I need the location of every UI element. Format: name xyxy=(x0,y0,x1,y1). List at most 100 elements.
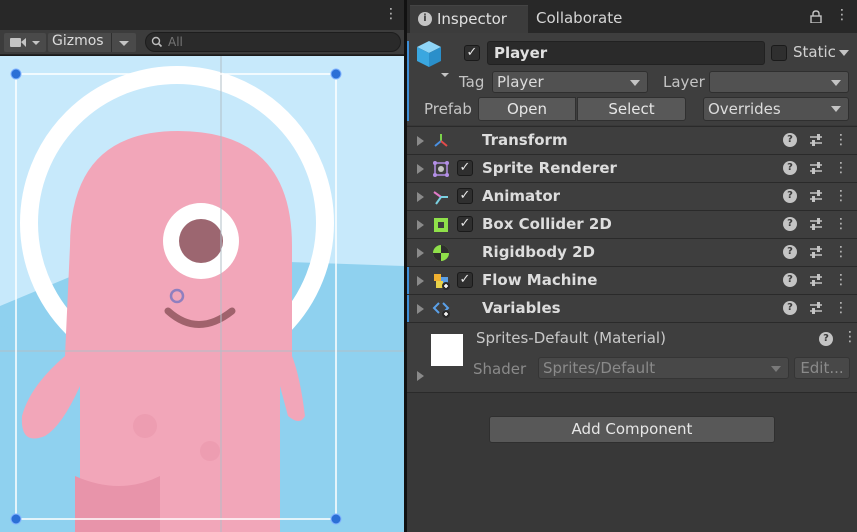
component-menu-icon[interactable]: ⋮ xyxy=(834,188,848,204)
scene-view[interactable]: ⋮ Gizmos xyxy=(0,0,404,532)
tab-inspector[interactable]: i Inspector xyxy=(410,5,528,33)
name-field[interactable]: Player xyxy=(487,41,765,65)
help-icon[interactable]: ? xyxy=(783,133,797,147)
prefab-open-label: Open xyxy=(506,100,548,118)
sprite-renderer-icon xyxy=(433,161,449,177)
prefab-select-button[interactable]: Select xyxy=(577,97,686,121)
inspector-panel: i Inspector Collaborate ⋮ ✓ Player Stati… xyxy=(407,0,857,532)
tab-collaborate[interactable]: Collaborate xyxy=(534,5,644,33)
component-box-collider-2d[interactable]: ✓ Box Collider 2D ? ⋮ xyxy=(407,210,857,238)
static-toggle[interactable] xyxy=(771,45,787,61)
preset-icon[interactable] xyxy=(809,161,823,175)
component-menu-icon[interactable]: ⋮ xyxy=(834,272,848,288)
static-dropdown-arrow[interactable] xyxy=(839,50,849,56)
component-menu-icon[interactable]: ⋮ xyxy=(834,160,848,176)
gameobject-icon[interactable] xyxy=(415,39,449,81)
lock-icon[interactable] xyxy=(810,10,822,23)
variables-icon xyxy=(432,302,450,318)
inspector-tab-bar: i Inspector Collaborate ⋮ xyxy=(407,0,857,33)
help-icon[interactable]: ? xyxy=(783,217,797,231)
added-component-indicator xyxy=(407,295,409,323)
scene-menu-icon[interactable]: ⋮ xyxy=(384,6,398,22)
component-menu-icon[interactable]: ⋮ xyxy=(834,132,848,148)
help-icon[interactable]: ? xyxy=(783,273,797,287)
flow-machine-icon xyxy=(434,274,450,290)
component-menu-icon[interactable]: ⋮ xyxy=(834,216,848,232)
foldout-arrow-icon[interactable] xyxy=(417,248,424,258)
help-icon[interactable]: ? xyxy=(783,189,797,203)
foldout-arrow-icon[interactable] xyxy=(417,304,424,314)
inspector-menu-icon[interactable]: ⋮ xyxy=(835,7,849,23)
component-animator[interactable]: ✓ Animator ? ⋮ xyxy=(407,182,857,210)
add-component-button[interactable]: Add Component xyxy=(489,416,775,443)
camera-icon xyxy=(10,38,40,47)
help-icon[interactable]: ? xyxy=(783,245,797,259)
search-icon xyxy=(151,36,163,48)
component-flow-machine[interactable]: ✓ Flow Machine ? ⋮ xyxy=(407,266,857,295)
preset-icon[interactable] xyxy=(809,133,823,147)
component-title: Box Collider 2D xyxy=(482,215,612,233)
component-title: Rigidbody 2D xyxy=(482,243,595,261)
chevron-down-icon xyxy=(771,366,781,372)
player-sprite xyxy=(0,56,404,532)
rigidbody-icon xyxy=(433,245,449,261)
component-rigidbody-2d[interactable]: Rigidbody 2D ? ⋮ xyxy=(407,238,857,266)
shader-value: Sprites/Default xyxy=(543,359,656,377)
foldout-arrow-icon[interactable] xyxy=(417,220,424,230)
chevron-down-icon xyxy=(831,80,841,86)
preset-icon[interactable] xyxy=(809,245,823,259)
search-input[interactable] xyxy=(168,34,388,50)
component-title: Animator xyxy=(482,187,561,205)
info-icon: i xyxy=(418,12,432,26)
component-sprite-renderer[interactable]: ✓ Sprite Renderer ? ⋮ xyxy=(407,154,857,182)
chevron-down-icon xyxy=(831,106,841,112)
prefab-overrides-dropdown[interactable]: Overrides xyxy=(703,97,849,121)
component-menu-icon[interactable]: ⋮ xyxy=(834,244,848,260)
preset-icon[interactable] xyxy=(809,189,823,203)
preset-icon[interactable] xyxy=(809,301,823,315)
component-title: Sprite Renderer xyxy=(482,159,617,177)
foldout-arrow-icon[interactable] xyxy=(417,164,424,174)
foldout-arrow-icon[interactable] xyxy=(417,136,424,146)
material-preview[interactable] xyxy=(431,334,463,366)
shader-edit-button[interactable]: Edit... xyxy=(794,357,850,379)
material-menu-icon[interactable]: ⋮ xyxy=(843,329,857,345)
component-transform[interactable]: Transform ? ⋮ xyxy=(407,126,857,154)
tab-inspector-label: Inspector xyxy=(437,10,507,28)
shader-dropdown[interactable]: Sprites/Default xyxy=(538,357,789,379)
scene-search[interactable] xyxy=(145,32,401,52)
component-menu-icon[interactable]: ⋮ xyxy=(834,300,848,316)
preset-icon[interactable] xyxy=(809,217,823,231)
layer-dropdown[interactable] xyxy=(709,71,849,93)
prefab-select-label: Select xyxy=(608,100,655,118)
prefab-label: Prefab xyxy=(424,100,472,118)
gizmos-button[interactable]: Gizmos xyxy=(48,33,136,52)
component-enabled-toggle[interactable]: ✓ xyxy=(457,188,473,204)
component-enabled-toggle[interactable]: ✓ xyxy=(457,272,473,288)
help-icon[interactable]: ? xyxy=(783,301,797,315)
static-label[interactable]: Static xyxy=(793,43,836,61)
camera-button[interactable] xyxy=(4,33,46,52)
foldout-arrow-icon[interactable] xyxy=(417,192,424,202)
component-enabled-toggle[interactable]: ✓ xyxy=(457,216,473,232)
add-component-label: Add Component xyxy=(571,420,693,438)
foldout-arrow-icon[interactable] xyxy=(417,371,424,381)
prefab-open-button[interactable]: Open xyxy=(478,97,576,121)
component-variables[interactable]: Variables ? ⋮ xyxy=(407,294,857,323)
name-field-value: Player xyxy=(494,44,548,62)
component-enabled-toggle[interactable]: ✓ xyxy=(457,160,473,176)
scene-tab-bar: ⋮ xyxy=(0,0,404,30)
section-divider xyxy=(407,392,857,393)
foldout-arrow-icon[interactable] xyxy=(417,276,424,286)
active-toggle[interactable]: ✓ xyxy=(464,45,480,61)
preset-icon[interactable] xyxy=(809,273,823,287)
prefab-overrides-label: Overrides xyxy=(708,100,781,118)
material-section: Sprites-Default (Material) ? ⋮ Shader Sp… xyxy=(407,322,857,392)
tag-dropdown[interactable]: Player xyxy=(492,71,648,93)
scene-canvas[interactable] xyxy=(0,56,404,532)
component-title: Flow Machine xyxy=(482,271,598,289)
added-component-indicator xyxy=(407,267,409,295)
help-icon[interactable]: ? xyxy=(783,161,797,175)
help-icon[interactable]: ? xyxy=(819,332,833,346)
component-title: Variables xyxy=(482,299,561,317)
